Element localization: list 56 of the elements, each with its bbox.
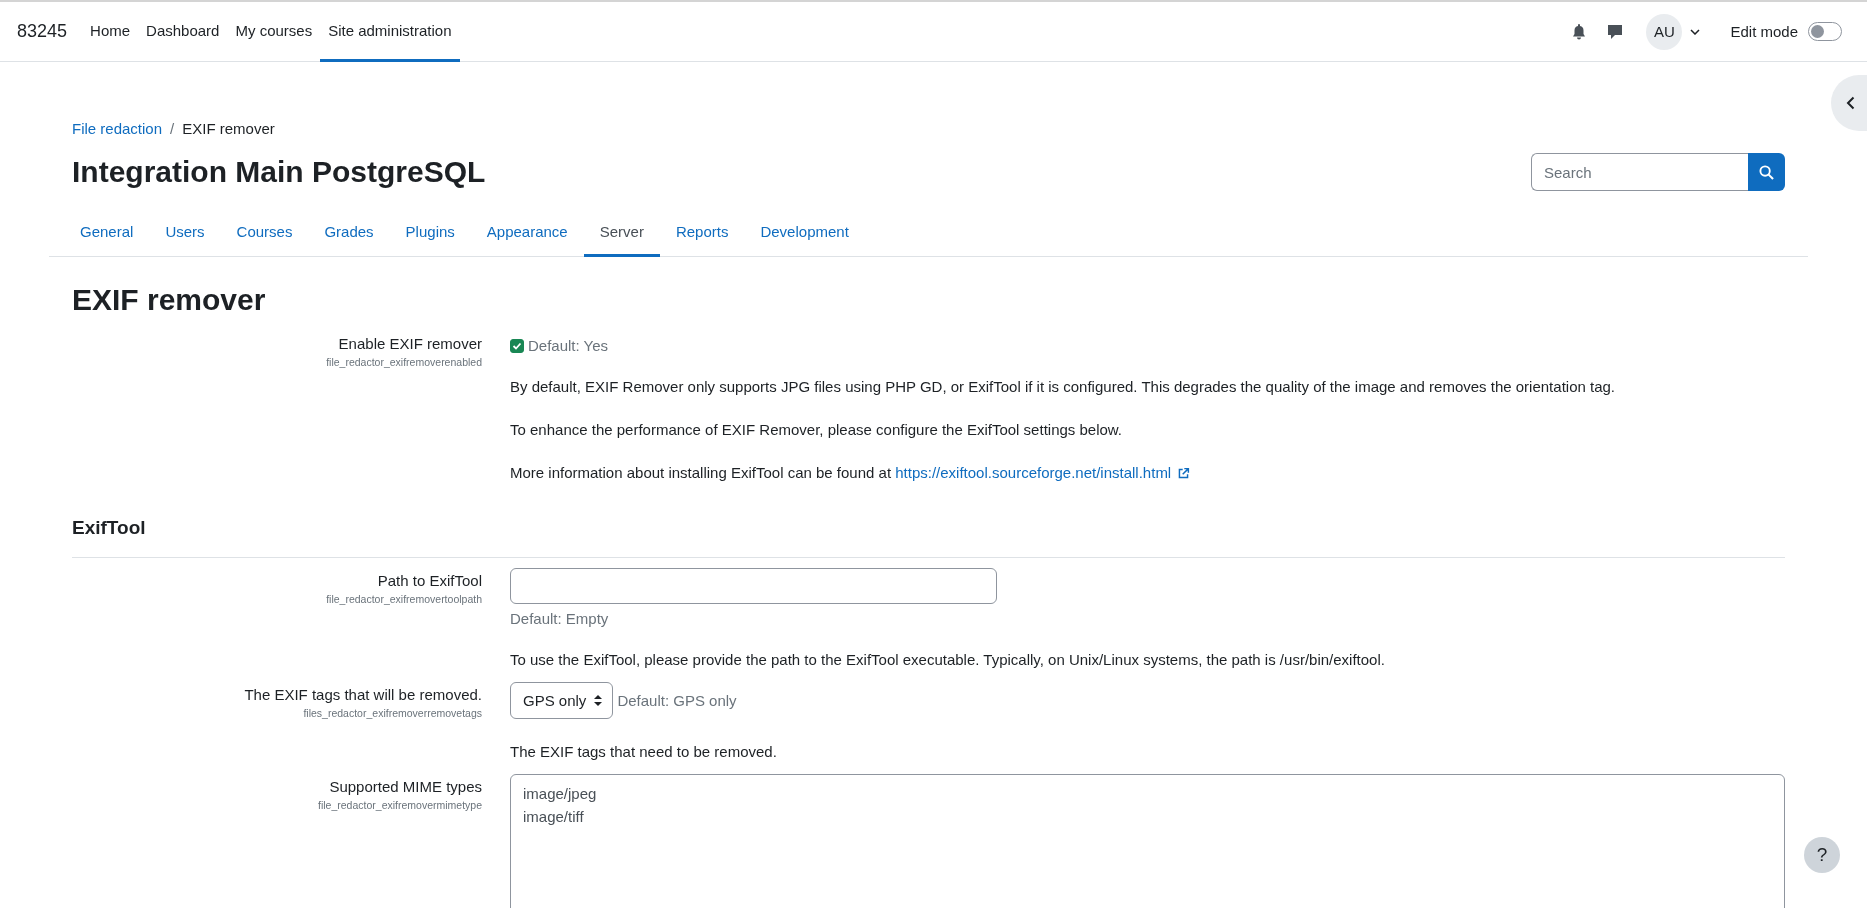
- tab[interactable]: Server: [583, 211, 660, 257]
- setting-description: More information about installing ExifTool can be found at https://exiftool.sourceforge.net/install.html: [510, 462, 1785, 483]
- nav-link[interactable]: Dashboard: [138, 2, 228, 62]
- checkmark-icon: [512, 340, 522, 351]
- site-name[interactable]: 83245: [17, 21, 68, 42]
- nav-link[interactable]: Home: [82, 2, 139, 62]
- tab[interactable]: Appearance: [470, 211, 584, 257]
- edit-mode-switch[interactable]: [1808, 22, 1842, 41]
- section-title: EXIF remover: [72, 283, 267, 317]
- drawer-toggle-button[interactable]: [1831, 75, 1867, 131]
- section-heading: ExifTool: [72, 517, 1785, 558]
- setting-key: file_redactor_exifremovermimetype: [318, 799, 482, 811]
- chat-bubble-icon[interactable]: [1607, 23, 1624, 40]
- default-value: Default: Yes: [528, 337, 609, 354]
- setting-label: Path to ExifTool: [377, 572, 482, 589]
- setting-label: Enable EXIF remover: [338, 335, 482, 352]
- nav-link[interactable]: My courses: [227, 2, 321, 62]
- setting-key: file_redactor_exifremoverenabled: [326, 356, 482, 368]
- caret-icon[interactable]: [1690, 28, 1701, 35]
- tab[interactable]: Reports: [659, 211, 745, 257]
- bell-icon[interactable]: [1572, 23, 1587, 40]
- link[interactable]: https://exiftool.sourceforge.net/install.html: [895, 464, 1191, 481]
- default-value: Default: Empty: [510, 610, 610, 627]
- setting-key: file_redactor_exifremovertoolpath: [326, 593, 482, 605]
- help-button[interactable]: ?: [1804, 837, 1840, 873]
- setting-description: By default, EXIF Remover only supports JPG files using PHP GD, or ExifTool if it is configured. This degrades the quality of the image and removes the orientation tag.: [510, 377, 1616, 397]
- page-title: Integration Main PostgreSQL: [72, 155, 486, 189]
- setting-key: files_redactor_exifremoverremovetags: [303, 707, 482, 719]
- default-value: Default: GPS only: [617, 692, 737, 709]
- select-dropdown[interactable]: GPS only: [510, 682, 614, 719]
- text-area[interactable]: image/jpeg image/tiff: [510, 774, 1785, 908]
- setting-label: The EXIF tags that will be removed.: [244, 686, 482, 703]
- external-link-icon: [1177, 467, 1191, 480]
- sort-arrows-icon: [594, 695, 603, 706]
- setting-description: To enhance the performance of EXIF Remover, please configure the ExifTool settings below.: [510, 420, 1123, 440]
- chevron-left-icon: [1845, 96, 1855, 110]
- setting-label: Supported MIME types: [329, 778, 482, 795]
- tab[interactable]: Users: [149, 211, 221, 257]
- tab[interactable]: Courses: [220, 211, 309, 257]
- nav-link[interactable]: Site administration: [320, 2, 460, 62]
- breadcrumb-current: EXIF remover: [182, 120, 275, 137]
- checkbox[interactable]: [510, 338, 524, 353]
- search-field[interactable]: Search: [1531, 153, 1748, 191]
- setting-description: The EXIF tags that need to be removed.: [510, 742, 778, 762]
- breadcrumb-separator: /: [170, 120, 175, 137]
- user-avatar[interactable]: AU: [1646, 13, 1683, 50]
- input-field[interactable]: [510, 568, 997, 604]
- tab[interactable]: Grades: [308, 211, 390, 257]
- edit-mode-label: Edit mode: [1730, 23, 1798, 40]
- search-button[interactable]: [1748, 153, 1785, 191]
- tab[interactable]: Plugins: [389, 211, 471, 257]
- search-icon: [1759, 164, 1774, 180]
- breadcrumb-link[interactable]: File redaction: [72, 120, 163, 137]
- setting-description: To use the ExifTool, please provide the path to the ExifTool executable. Typically, on Unix/Linux systems, the path is /usr/bin/exiftool.: [510, 650, 1386, 670]
- tab[interactable]: Development: [744, 211, 865, 257]
- tab[interactable]: General: [64, 211, 150, 257]
